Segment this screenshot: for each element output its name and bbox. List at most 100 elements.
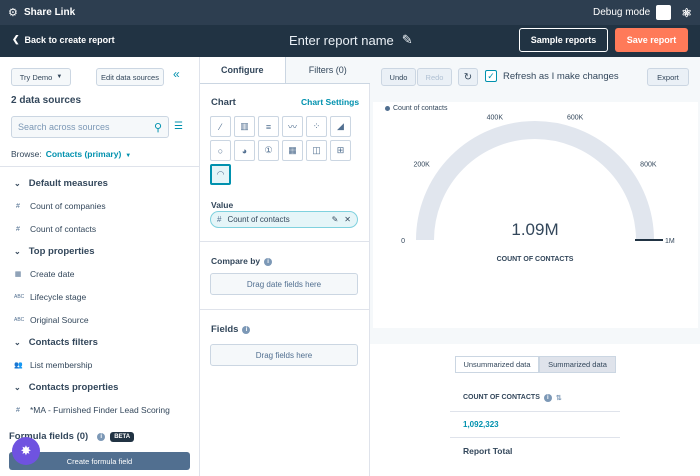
assistant-icon[interactable]: ✸ (12, 437, 40, 465)
system-bar: ⚙ Share Link Debug mode ⚛ (0, 0, 700, 25)
browse-label: Browse: (11, 149, 42, 159)
field-original-source[interactable]: ABC Original Source (14, 315, 89, 325)
chart-type-pie-icon[interactable]: ◕ (234, 140, 255, 161)
debug-mode-label: Debug mode (593, 7, 650, 18)
chart-type-wand-icon[interactable]: ⁄ (210, 116, 231, 137)
chart-type-combo-icon[interactable]: ◫ (306, 140, 327, 161)
debug-mode-toggle[interactable] (656, 5, 671, 20)
sort-icon[interactable]: ⇅ (556, 394, 562, 402)
divider (0, 166, 200, 167)
sample-reports-button[interactable]: Sample reports (519, 28, 608, 52)
field-list-membership[interactable]: 👥 List membership (14, 360, 92, 370)
chart-type-line-icon[interactable]: 〰 (282, 116, 303, 137)
refresh-label: Refresh as I make changes (503, 71, 619, 82)
preview-panel: Undo Redo ↻ ✓ Refresh as I make changes … (370, 57, 700, 476)
chart-type-single-value-icon[interactable]: ① (258, 140, 279, 161)
field-label: *MA - Furnished Finder Lead Scoring (30, 405, 170, 415)
group-contacts-properties[interactable]: ⌄ Contacts properties (14, 382, 118, 393)
chart-type-column-icon[interactable]: ▥ (234, 116, 255, 137)
table-total-row: Report Total (450, 438, 620, 464)
pencil-icon[interactable]: ✎ (402, 32, 413, 48)
back-label: Back to create report (25, 35, 115, 45)
field-count-of-contacts[interactable]: # Count of contacts (14, 224, 96, 234)
divider (200, 241, 370, 242)
refresh-checkbox[interactable]: ✓ (485, 70, 497, 82)
window-title: Share Link (24, 7, 75, 18)
info-icon[interactable]: i (544, 394, 552, 402)
filter-settings-icon[interactable]: ☰ (174, 121, 183, 132)
chart-type-area-icon[interactable]: ◢ (330, 116, 351, 137)
table-header[interactable]: COUNT OF CONTACTS i ⇅ (450, 384, 620, 412)
field-count-of-companies[interactable]: # Count of companies (14, 201, 106, 211)
value-chip[interactable]: # Count of contacts ✎ ✕ (210, 211, 358, 228)
field-lead-scoring[interactable]: # *MA - Furnished Finder Lead Scoring (14, 405, 170, 415)
field-create-date[interactable]: ▦ Create date (14, 269, 74, 279)
search-sources-input[interactable]: Search across sources ⚲ (11, 116, 169, 138)
edit-data-sources-button[interactable]: Edit data sources (96, 68, 164, 86)
collapse-panel-icon[interactable]: « (173, 67, 180, 81)
config-tabs: Configure Filters (0) (200, 57, 370, 84)
chart-type-scatter-icon[interactable]: ⁘ (306, 116, 327, 137)
field-label: Count of contacts (30, 224, 96, 234)
chevron-down-icon: ⌄ (14, 179, 21, 188)
chart-type-table-icon[interactable]: ▦ (282, 140, 303, 161)
field-label: Lifecycle stage (30, 292, 86, 302)
fields-drop-zone[interactable]: Drag fields here (210, 344, 358, 366)
chart-card: Count of contacts 0200K400K600K800K1M 1.… (373, 102, 698, 328)
info-icon[interactable]: i (264, 258, 272, 266)
redo-button[interactable]: Redo (417, 68, 452, 86)
fields-title: Fieldsi (211, 324, 250, 335)
try-demo-label: Try Demo (20, 73, 53, 82)
field-label: Count of companies (30, 201, 106, 211)
report-header: ❮ Back to create report Enter report nam… (0, 25, 700, 57)
info-icon[interactable]: i (97, 433, 105, 441)
info-icon[interactable]: i (242, 326, 250, 334)
chart-type-pivot-icon[interactable]: ⊞ (330, 140, 351, 161)
try-demo-button[interactable]: Try Demo ▼ (11, 68, 71, 86)
pencil-icon[interactable]: ✎ (332, 215, 339, 224)
data-sources-panel: Try Demo ▼ Edit data sources « 2 data so… (0, 57, 200, 476)
gauge-value-label: 1.09M (511, 220, 558, 239)
chart-type-gauge-icon[interactable]: ◠ (210, 164, 231, 185)
group-label: Default measures (29, 178, 108, 189)
close-icon[interactable]: ✕ (344, 215, 351, 224)
caret-down-icon: ▼ (125, 153, 131, 159)
fields-label: Fields (211, 324, 238, 335)
group-default-measures[interactable]: ⌄ Default measures (14, 178, 108, 189)
text-icon: ABC (14, 317, 22, 323)
divider (200, 309, 370, 310)
group-label: Top properties (29, 246, 95, 257)
group-contacts-filters[interactable]: ⌄ Contacts filters (14, 337, 98, 348)
back-link[interactable]: ❮ Back to create report (12, 34, 115, 45)
chart-type-bar-icon[interactable]: ≡ (258, 116, 279, 137)
configure-panel: Configure Filters (0) Chart Chart Settin… (200, 57, 370, 476)
field-label: Original Source (30, 315, 89, 325)
chevron-down-icon: ⌄ (14, 383, 21, 392)
export-button[interactable]: Export (647, 68, 689, 86)
chart-type-donut-icon[interactable]: ○ (210, 140, 231, 161)
gear-icon[interactable]: ⚙ (8, 8, 18, 18)
group-top-properties[interactable]: ⌄ Top properties (14, 246, 95, 257)
group-label: Contacts filters (29, 337, 98, 348)
hash-icon: # (217, 215, 221, 224)
table-row[interactable]: 1,092,323 (450, 412, 620, 438)
save-report-button[interactable]: Save report (615, 28, 688, 52)
field-lifecycle-stage[interactable]: ABC Lifecycle stage (14, 292, 86, 302)
caret-down-icon: ▼ (56, 74, 62, 80)
tab-filters[interactable]: Filters (0) (285, 57, 371, 83)
tab-configure[interactable]: Configure (200, 57, 285, 83)
gauge-tick-label: 600K (567, 114, 584, 121)
tab-unsummarized-data[interactable]: Unsummarized data (455, 356, 539, 373)
chart-settings-link[interactable]: Chart Settings (301, 97, 359, 107)
undo-button[interactable]: Undo (381, 68, 416, 86)
search-icon[interactable]: ⚲ (154, 121, 162, 134)
tab-summarized-data[interactable]: Summarized data (539, 356, 616, 373)
refresh-icon[interactable]: ↻ (458, 68, 478, 86)
report-name-field[interactable]: Enter report name ✎ (289, 32, 413, 48)
calendar-icon: ▦ (14, 270, 22, 278)
column-header: COUNT OF CONTACTS (463, 394, 540, 401)
summary-table: COUNT OF CONTACTS i ⇅ 1,092,323 Report T… (450, 384, 620, 464)
compare-drop-zone[interactable]: Drag date fields here (210, 273, 358, 295)
browse-selector[interactable]: Browse:Contacts (primary)▼ (11, 149, 131, 159)
value-label: Value (211, 200, 233, 210)
